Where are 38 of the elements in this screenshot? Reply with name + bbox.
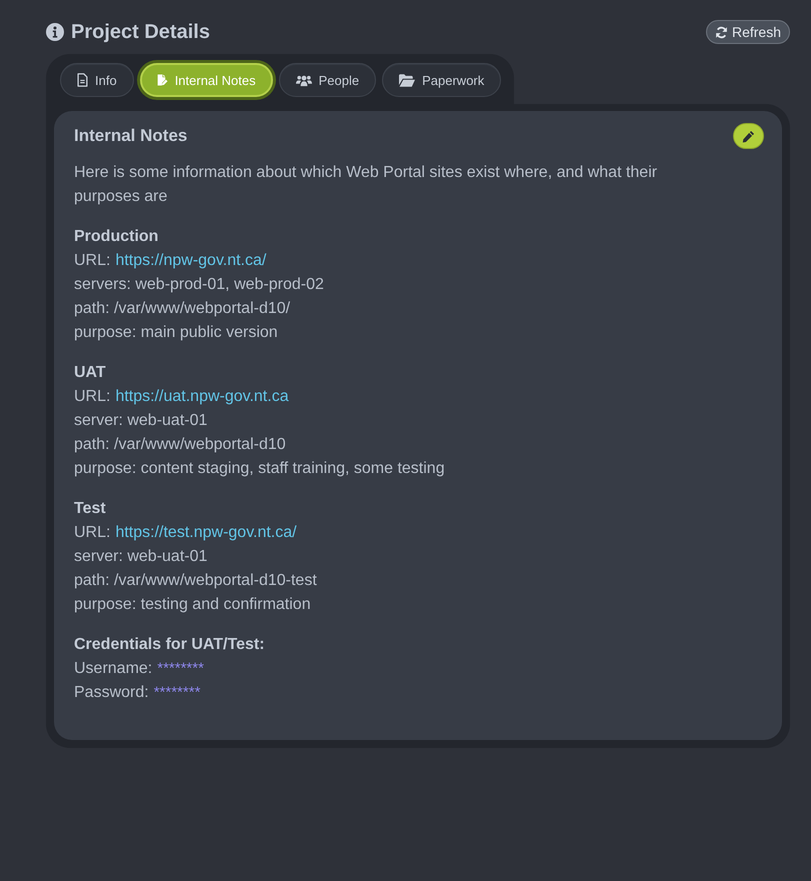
note-line: path: /var/www/webportal-d10-test xyxy=(74,571,317,591)
note-line: server: web-uat-01 xyxy=(74,547,208,567)
pencil-icon xyxy=(742,130,755,142)
folder-icon xyxy=(399,74,416,86)
masked-value: ******** xyxy=(154,683,200,703)
people-icon xyxy=(296,74,312,86)
url-link[interactable]: https://npw-gov.nt.ca/ xyxy=(115,249,266,273)
credential-label: Password: xyxy=(74,683,149,703)
url-label: URL: xyxy=(74,387,110,407)
page-title: Project Details xyxy=(71,20,210,44)
tab[interactable]: People xyxy=(278,63,376,97)
section-heading: Production xyxy=(74,228,158,245)
tab[interactable]: Info xyxy=(60,63,134,97)
refresh-button[interactable]: Refresh xyxy=(706,20,790,44)
note-line: path: /var/www/webportal-d10/ xyxy=(74,299,290,319)
intro-text: Here is some information about which Web Portal sites exist where, and what their purposes are xyxy=(74,163,658,207)
info-icon xyxy=(46,23,64,41)
note-line: server: web-uat-01 xyxy=(74,411,208,431)
note-line: servers: web-prod-01, web-prod-02 xyxy=(74,275,324,295)
document-icon xyxy=(77,73,88,87)
note-edit-icon xyxy=(156,73,168,87)
card-title: Internal Notes xyxy=(74,126,188,146)
section-heading: Credentials for UAT/Test: xyxy=(74,636,265,653)
url-link[interactable]: https://test.npw-gov.nt.ca/ xyxy=(115,521,297,545)
section-heading: Test xyxy=(74,500,106,517)
refresh-icon xyxy=(714,26,728,38)
credential-label: Username: xyxy=(74,659,152,679)
note-line: path: /var/www/webportal-d10 xyxy=(74,435,286,455)
url-label: URL: xyxy=(74,523,110,543)
tab[interactable]: Paperwork xyxy=(382,63,502,97)
note-line: purpose: testing and confirmation xyxy=(74,595,311,615)
url-link[interactable]: https://uat.npw-gov.nt.ca xyxy=(115,385,289,409)
edit-button[interactable] xyxy=(733,123,764,149)
section-heading: UAT xyxy=(74,364,106,381)
note-line: purpose: main public version xyxy=(74,323,278,343)
note-line: purpose: content staging, staff training, some testing xyxy=(74,459,445,479)
url-label: URL: xyxy=(74,251,110,271)
masked-value: ******** xyxy=(157,659,204,679)
